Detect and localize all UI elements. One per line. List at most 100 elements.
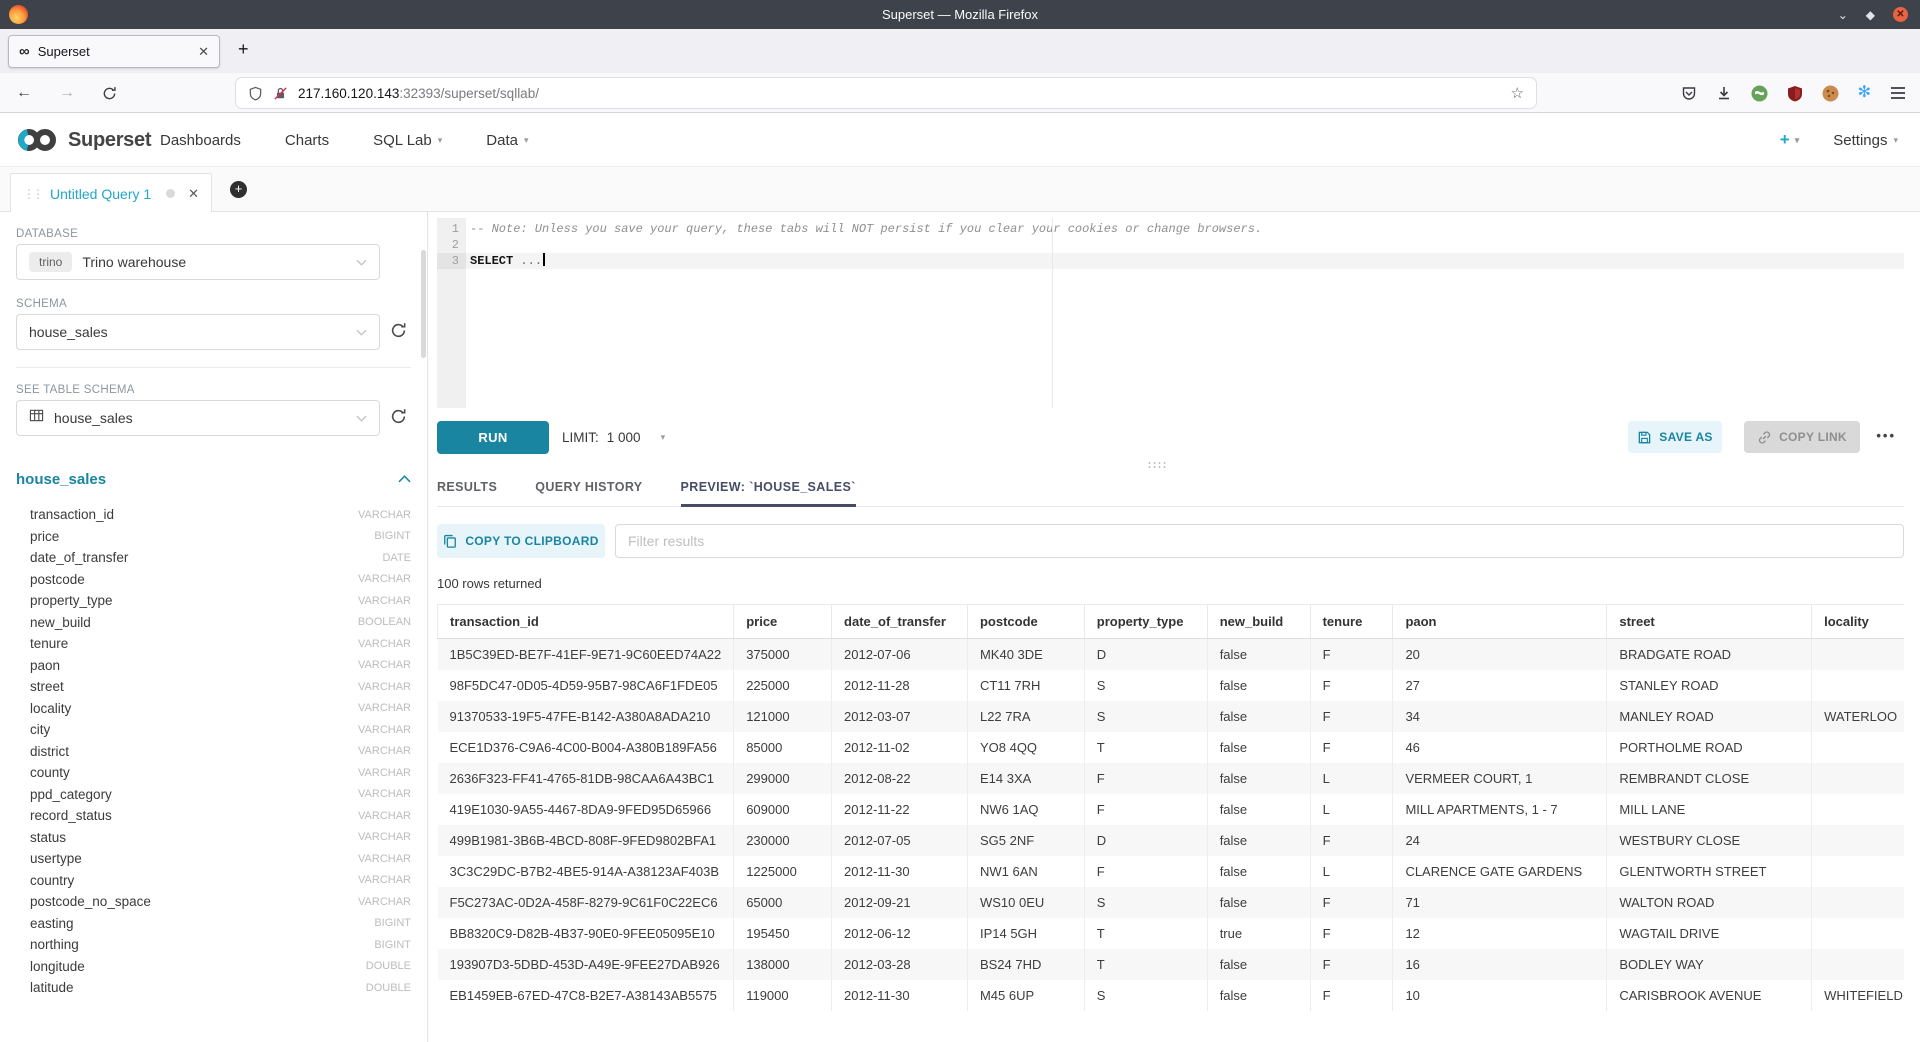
shield-icon[interactable]	[248, 86, 263, 101]
collapse-table-icon[interactable]	[398, 470, 411, 488]
forward-button[interactable]: →	[59, 84, 75, 102]
copy-to-clipboard-button[interactable]: COPY TO CLIPBOARD	[437, 524, 605, 558]
table-cell: IP14 5GH	[967, 918, 1084, 949]
add-query-tab-button[interactable]: +	[230, 181, 247, 198]
filter-results-input[interactable]	[615, 524, 1904, 558]
save-as-button[interactable]: SAVE AS	[1628, 421, 1722, 453]
tab-results[interactable]: RESULTS	[437, 470, 497, 507]
rows-returned-status: 100 rows returned	[437, 576, 542, 591]
column-header-transaction-id[interactable]: transaction_id	[438, 605, 734, 639]
schema-column-row: streetVARCHAR	[16, 676, 411, 698]
column-name: ppd_category	[30, 787, 112, 802]
sql-code-editor[interactable]: 1 2 3 -- Note: Unless you save your quer…	[437, 218, 1904, 408]
insecure-lock-icon[interactable]	[273, 86, 288, 101]
maximize-icon[interactable]: ◆	[1866, 9, 1875, 21]
table-schema-title[interactable]: house_sales	[16, 471, 106, 488]
column-type: BIGINT	[374, 530, 411, 542]
table-cell: MILL LANE	[1607, 794, 1812, 825]
table-cell: 3C3C29DC-B7B2-4BE5-914A-A38123AF403B	[438, 856, 734, 887]
column-header-locality[interactable]: locality	[1812, 605, 1904, 639]
tab-query-history[interactable]: QUERY HISTORY	[535, 470, 642, 507]
schema-select[interactable]: house_sales	[16, 314, 380, 350]
pocket-icon[interactable]	[1681, 85, 1697, 101]
schema-column-row: postcodeVARCHAR	[16, 569, 411, 591]
refresh-tables-icon[interactable]	[390, 408, 410, 428]
column-header-street[interactable]: street	[1607, 605, 1812, 639]
table-row: 419E1030-9A55-4467-8DA9-9FED95D659666090…	[438, 794, 1905, 825]
refresh-schemas-icon[interactable]	[390, 322, 410, 342]
table-cell: T	[1084, 949, 1207, 980]
menu-hamburger-icon[interactable]	[1890, 86, 1906, 100]
tab-close-icon[interactable]: ✕	[198, 44, 209, 60]
copy-to-clipboard-label: COPY TO CLIPBOARD	[465, 534, 598, 548]
add-new-button[interactable]: +▾	[1780, 130, 1799, 150]
back-button[interactable]: ←	[16, 84, 32, 102]
column-header-new-build[interactable]: new_build	[1207, 605, 1310, 639]
extension-asterisk-icon[interactable]: ✻	[1858, 85, 1871, 101]
address-bar[interactable]: 217.160.120.143:32393/superset/sqllab/ ☆	[236, 78, 1536, 108]
nav-item-dashboards[interactable]: Dashboards	[160, 132, 241, 149]
new-tab-button[interactable]: +	[238, 39, 249, 60]
see-table-schema-label: SEE TABLE SCHEMA	[16, 384, 135, 396]
limit-dropdown[interactable]: LIMIT: 1 000 ▾	[562, 430, 665, 445]
table-cell: 299000	[734, 763, 832, 794]
table-cell: false	[1207, 732, 1310, 763]
table-cell: 2012-06-12	[832, 918, 968, 949]
table-cell: F	[1310, 732, 1393, 763]
table-cell	[1812, 887, 1904, 918]
column-header-paon[interactable]: paon	[1393, 605, 1607, 639]
sidebar-scrollbar[interactable]	[421, 250, 426, 358]
table-cell: 27	[1393, 670, 1607, 701]
table-cell: F	[1310, 825, 1393, 856]
nav-item-sql-lab[interactable]: SQL Lab▾	[373, 132, 442, 149]
copy-link-button[interactable]: COPY LINK	[1744, 421, 1860, 453]
nav-item-data[interactable]: Data▾	[486, 132, 528, 149]
table-cell: 2012-11-30	[832, 856, 968, 887]
more-options-button[interactable]: •••	[1876, 428, 1896, 443]
privacy-mask-extension-icon[interactable]	[1751, 85, 1768, 102]
schema-column-row: new_buildBOOLEAN	[16, 612, 411, 634]
table-cell: WESTBURY CLOSE	[1607, 825, 1812, 856]
browser-tab[interactable]: ∞ Superset ✕	[8, 35, 220, 68]
tab-preview-house-sales[interactable]: PREVIEW: `HOUSE_SALES`	[681, 470, 856, 507]
table-cell: WS10 0EU	[967, 887, 1084, 918]
table-cell: M45 6UP	[967, 980, 1084, 1011]
downloads-icon[interactable]	[1716, 85, 1732, 101]
link-icon	[1757, 430, 1772, 445]
pane-resize-handle[interactable]	[1147, 461, 1167, 469]
query-tab-close-icon[interactable]: ✕	[188, 186, 199, 202]
table-row: EB1459EB-67ED-47C8-B2E7-A38143AB55751190…	[438, 980, 1905, 1011]
column-header-price[interactable]: price	[734, 605, 832, 639]
query-tab-active[interactable]: ⋮⋮ Untitled Query 1 ✕	[10, 173, 212, 213]
chevron-down-icon	[356, 323, 367, 341]
database-select[interactable]: trino Trino warehouse	[16, 244, 380, 280]
table-cell: 2636F323-FF41-4765-81DB-98CAA6A43BC1	[438, 763, 734, 794]
table-cell: 119000	[734, 980, 832, 1011]
table-cell: 2012-11-02	[832, 732, 968, 763]
table-cell: false	[1207, 856, 1310, 887]
table-cell: 20	[1393, 639, 1607, 671]
column-name: county	[30, 765, 70, 780]
minimize-icon[interactable]: ⌄	[1838, 9, 1848, 21]
close-window-icon[interactable]: ✕	[1893, 7, 1908, 22]
table-cell: 2012-11-22	[832, 794, 968, 825]
ublock-extension-icon[interactable]	[1787, 85, 1803, 102]
superset-brand[interactable]: Superset	[14, 125, 151, 155]
table-select[interactable]: house_sales	[16, 400, 380, 436]
run-query-button[interactable]: RUN	[437, 421, 549, 454]
table-row: 499B1981-3B6B-4BCD-808F-9FED9802BFA12300…	[438, 825, 1905, 856]
drag-handle-icon[interactable]: ⋮⋮	[23, 187, 41, 201]
table-cell: 2012-11-30	[832, 980, 968, 1011]
reload-button[interactable]	[102, 86, 117, 101]
column-header-postcode[interactable]: postcode	[967, 605, 1084, 639]
column-header-date-of-transfer[interactable]: date_of_transfer	[832, 605, 968, 639]
bookmark-star-icon[interactable]: ☆	[1511, 84, 1524, 102]
table-icon	[29, 408, 44, 428]
table-cell: S	[1084, 701, 1207, 732]
nav-item-charts[interactable]: Charts	[285, 132, 329, 149]
settings-menu[interactable]: Settings▾	[1833, 132, 1898, 149]
column-header-property-type[interactable]: property_type	[1084, 605, 1207, 639]
cookie-extension-icon[interactable]	[1822, 85, 1839, 102]
column-header-tenure[interactable]: tenure	[1310, 605, 1393, 639]
column-name: tenure	[30, 636, 68, 651]
